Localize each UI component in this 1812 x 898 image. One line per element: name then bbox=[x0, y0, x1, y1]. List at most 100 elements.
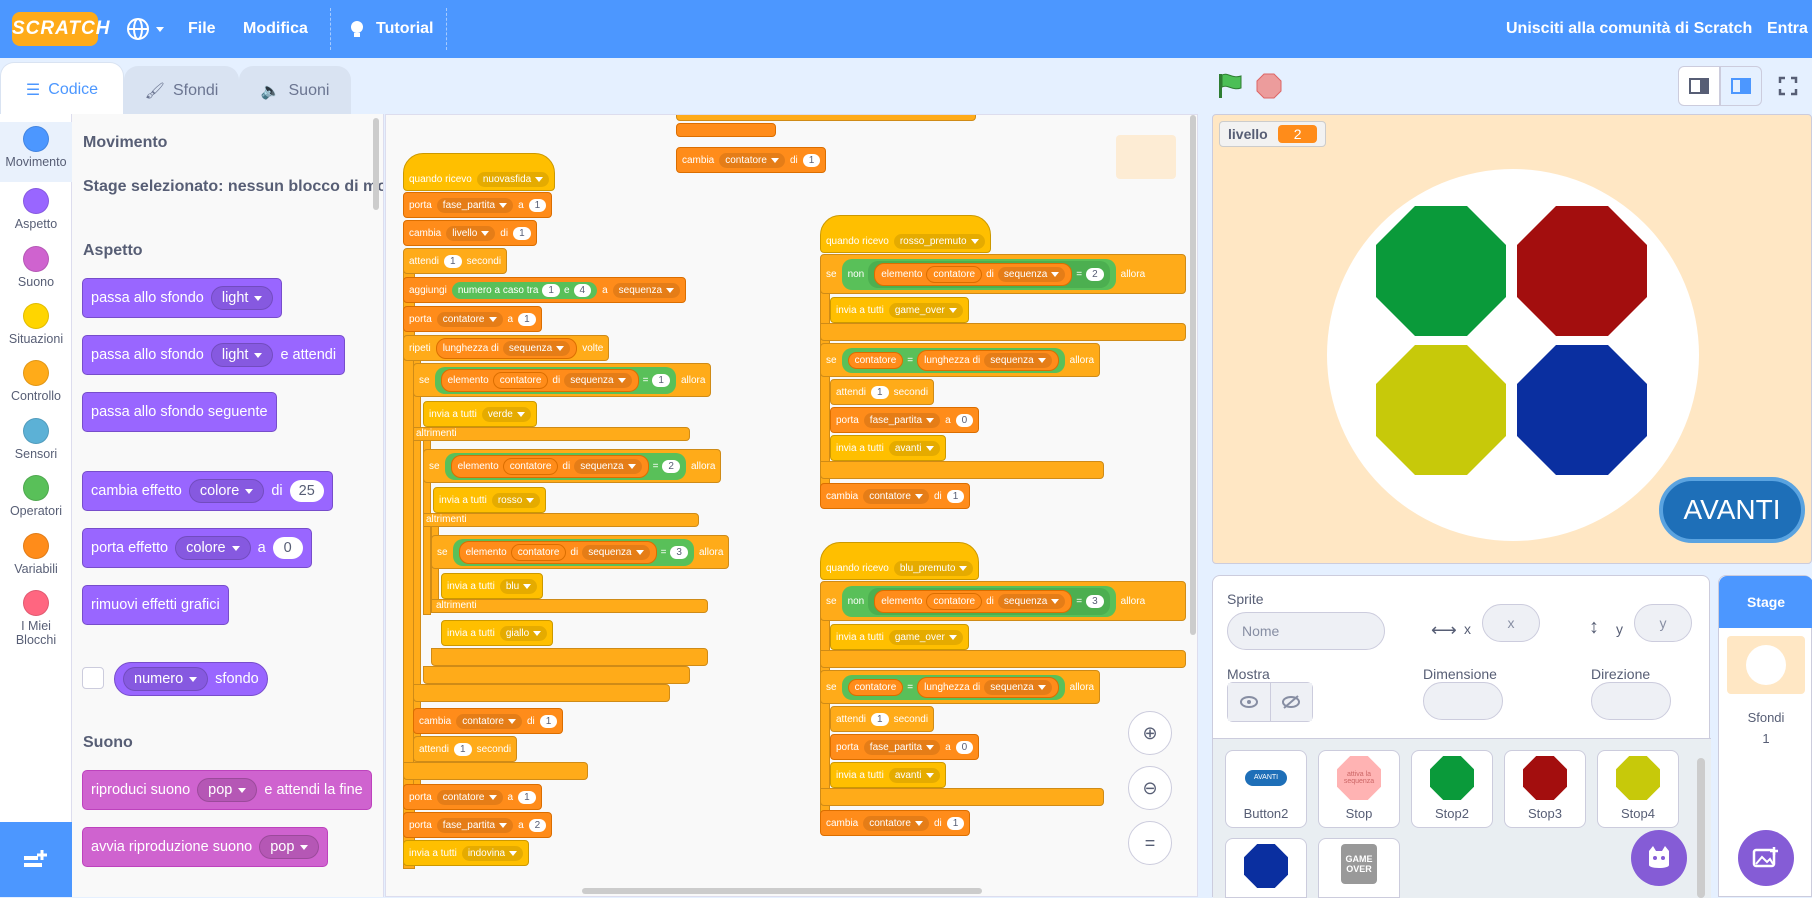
set-variable-block[interactable]: porta contatore a 1 bbox=[403, 306, 542, 332]
variable-dropdown[interactable]: contatore bbox=[719, 152, 785, 168]
edit-menu[interactable]: Modifica bbox=[243, 0, 308, 58]
variable-dropdown[interactable]: livello bbox=[446, 225, 496, 241]
avanti-button-sprite[interactable]: AVANTI bbox=[1659, 477, 1805, 543]
next-backdrop-block[interactable]: passa allo sfondo seguente bbox=[82, 392, 277, 432]
category-motion[interactable]: Movimento bbox=[0, 122, 72, 182]
language-menu[interactable] bbox=[126, 0, 164, 58]
broadcast-block[interactable]: invia a tutti rosso bbox=[433, 487, 547, 513]
switch-backdrop-block[interactable]: passa allo sfondo light bbox=[82, 278, 283, 318]
message-dropdown[interactable]: avanti bbox=[888, 440, 940, 456]
block-fragment[interactable] bbox=[676, 115, 976, 121]
change-effect-block[interactable]: cambia effetto colore di 25 bbox=[82, 471, 333, 511]
item-reporter[interactable]: elemento contatore di sequenza bbox=[458, 540, 657, 564]
scratch-logo[interactable]: SCRATCH bbox=[12, 12, 109, 46]
monitor-checkbox[interactable] bbox=[82, 667, 104, 689]
variable-dropdown[interactable]: fase_partita bbox=[436, 817, 514, 833]
x-field[interactable]: x bbox=[1482, 604, 1540, 642]
when-receive-hat-block[interactable]: quando ricevo nuovasfida bbox=[403, 153, 556, 191]
if-else-block[interactable]: se elemento contatore di sequenza = 3 allora bbox=[431, 535, 730, 569]
number-input[interactable]: 25 bbox=[289, 480, 324, 502]
number-input[interactable]: 4 bbox=[573, 283, 592, 297]
number-input[interactable]: 1 bbox=[946, 816, 965, 830]
number-input[interactable]: 1 bbox=[454, 742, 472, 756]
message-dropdown[interactable]: giallo bbox=[499, 625, 548, 641]
equals-reporter[interactable]: elemento contatore di sequenza = 3 bbox=[452, 538, 694, 566]
number-input[interactable]: 1 bbox=[518, 790, 536, 804]
counter-reporter[interactable]: contatore bbox=[926, 592, 983, 610]
variable-dropdown[interactable]: fase_partita bbox=[863, 739, 941, 755]
list-dropdown[interactable]: sequenza bbox=[612, 282, 681, 298]
broadcast-block[interactable]: invia a tutti avanti bbox=[830, 762, 946, 788]
if-else-block[interactable]: se elemento contatore di sequenza = 2 allora bbox=[423, 449, 722, 483]
block-fragment[interactable] bbox=[676, 123, 776, 137]
tab-code[interactable]: ☰ Codice bbox=[0, 62, 124, 116]
blue-button-sprite[interactable] bbox=[1517, 345, 1647, 475]
if-block[interactable]: se contatore = lunghezza di sequenza allora bbox=[820, 670, 1101, 704]
variable-dropdown[interactable]: contatore bbox=[436, 789, 503, 805]
variable-dropdown[interactable]: contatore bbox=[436, 311, 503, 327]
sprite-tile-button2[interactable]: AVANTI Button2 bbox=[1225, 750, 1307, 828]
sprite-tile-gameover[interactable]: GAME OVER bbox=[1318, 838, 1400, 898]
list-dropdown[interactable]: sequenza bbox=[502, 340, 571, 356]
equals-reporter[interactable]: elemento contatore di sequenza = 1 bbox=[434, 366, 676, 394]
repeat-block[interactable]: ripeti lunghezza di sequenza volte bbox=[403, 335, 610, 361]
message-dropdown[interactable]: indovina bbox=[461, 845, 524, 861]
stop-button[interactable] bbox=[1256, 73, 1282, 99]
message-dropdown[interactable]: game_over bbox=[888, 302, 963, 318]
number-input[interactable]: 1 bbox=[652, 373, 670, 387]
size-field[interactable] bbox=[1423, 682, 1503, 720]
wait-block[interactable]: attendi 1 secondi bbox=[830, 379, 935, 405]
sprite-tile-stop3[interactable]: Stop3 bbox=[1504, 750, 1586, 828]
category-operators[interactable]: Operatori bbox=[0, 471, 72, 529]
palette-scrollbar[interactable] bbox=[373, 118, 379, 210]
length-reporter[interactable]: lunghezza di sequenza bbox=[917, 349, 1059, 371]
not-reporter[interactable]: non elemento contatore di sequenza = 3 bbox=[841, 585, 1116, 617]
wait-block[interactable]: attendi 1 secondi bbox=[830, 706, 935, 732]
tutorial-menu[interactable]: Tutorial bbox=[346, 0, 433, 58]
broadcast-block[interactable]: invia a tutti game_over bbox=[830, 624, 969, 650]
counter-reporter[interactable]: contatore bbox=[847, 678, 904, 696]
category-events[interactable]: Situazioni bbox=[0, 299, 72, 357]
workspace-horizontal-scrollbar[interactable] bbox=[582, 888, 982, 894]
backdrop-dropdown[interactable]: light bbox=[210, 286, 274, 310]
workspace-vertical-scrollbar[interactable] bbox=[1190, 115, 1196, 635]
fullscreen-button[interactable] bbox=[1770, 66, 1806, 106]
change-counter-block[interactable]: cambia contatore di 1 bbox=[413, 708, 564, 734]
clear-effects-block[interactable]: rimuovi effetti grafici bbox=[82, 585, 229, 625]
set-variable-block[interactable]: porta fase_partita a 0 bbox=[830, 407, 980, 433]
number-input[interactable]: 3 bbox=[1086, 594, 1104, 608]
stage-selector[interactable]: Stage Sfondi 1 bbox=[1718, 575, 1812, 897]
broadcast-block[interactable]: invia a tutti blu bbox=[441, 573, 544, 599]
set-variable-block[interactable]: porta contatore a 1 bbox=[403, 784, 542, 810]
add-to-list-block[interactable]: aggiungi numero a caso tra 1 e 4 a sequenza bbox=[403, 277, 687, 303]
counter-reporter[interactable]: contatore bbox=[847, 351, 904, 369]
choose-sprite-button[interactable] bbox=[1631, 830, 1687, 886]
set-variable-block[interactable]: porta fase_partita a 1 bbox=[403, 192, 553, 218]
list-dropdown[interactable]: sequenza bbox=[984, 679, 1052, 695]
tab-sounds[interactable]: 🔈 Suoni bbox=[239, 66, 351, 114]
sprite-list-scrollbar[interactable] bbox=[1695, 744, 1707, 898]
variable-dropdown[interactable]: contatore bbox=[863, 488, 929, 504]
number-input[interactable]: 2 bbox=[1086, 267, 1104, 281]
variable-dropdown[interactable]: contatore bbox=[863, 815, 929, 831]
number-input[interactable]: 1 bbox=[513, 226, 531, 240]
category-control[interactable]: Controllo bbox=[0, 356, 72, 414]
equals-reporter[interactable]: elemento contatore di sequenza = 2 bbox=[868, 260, 1110, 288]
number-input[interactable]: 0 bbox=[955, 740, 974, 754]
variable-dropdown[interactable]: contatore bbox=[456, 713, 522, 729]
if-block[interactable]: se non elemento contatore di sequenza = 2 allora bbox=[820, 254, 1186, 294]
zoom-in-button[interactable]: ⊕ bbox=[1128, 711, 1172, 755]
category-my-blocks[interactable]: I Miei Blocchi bbox=[0, 586, 72, 656]
number-input[interactable]: 1 bbox=[802, 153, 821, 167]
change-counter-block[interactable]: cambia contatore di 1 bbox=[820, 483, 971, 509]
set-variable-block[interactable]: porta fase_partita a 0 bbox=[830, 734, 980, 760]
variable-monitor[interactable]: livello 2 bbox=[1219, 121, 1327, 147]
message-dropdown[interactable]: game_over bbox=[888, 629, 963, 645]
join-scratch-link[interactable]: Unisciti alla comunità di Scratch bbox=[1506, 0, 1752, 58]
number-input[interactable]: 1 bbox=[871, 385, 889, 399]
number-input[interactable]: 1 bbox=[444, 254, 462, 268]
number-input[interactable]: 3 bbox=[670, 545, 688, 559]
variable-dropdown[interactable]: fase_partita bbox=[863, 412, 941, 428]
sound-dropdown[interactable]: pop bbox=[259, 835, 320, 859]
broadcast-block[interactable]: invia a tutti giallo bbox=[441, 620, 554, 646]
